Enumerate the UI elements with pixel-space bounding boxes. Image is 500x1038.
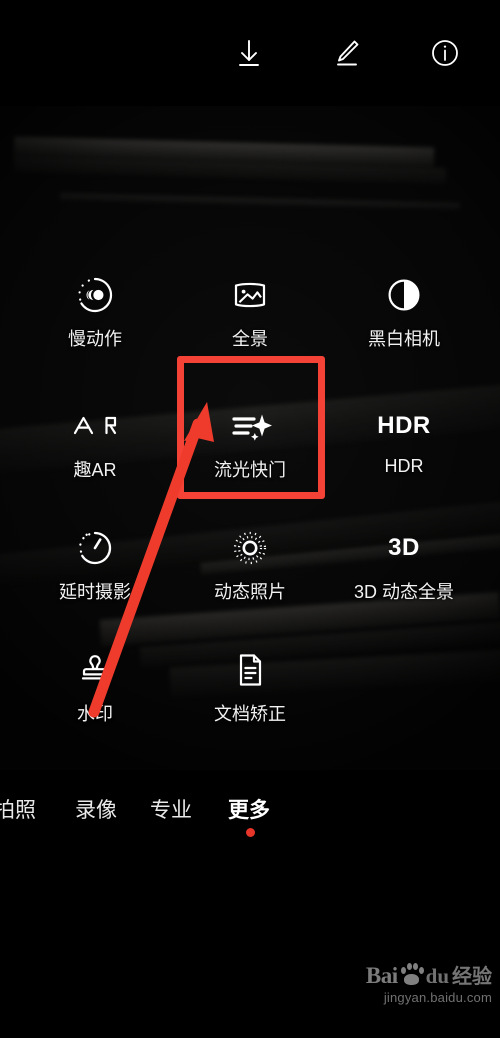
mode-label: 全景 [232, 329, 268, 349]
stopwatch-icon [73, 522, 117, 574]
hdr-glyph-text: HDR [377, 412, 431, 439]
camera-more-modes-screen: 慢动作 全景 黑白相机 趣AR 流光快门 HDR HDR 延时摄影 动态照片 3… [0, 0, 500, 1038]
mode-label: 延时摄影 [59, 582, 131, 602]
mode-item-slow-motion[interactable]: 慢动作 [21, 269, 169, 373]
more-modes-grid: 慢动作 全景 黑白相机 趣AR 流光快门 HDR HDR 延时摄影 动态照片 3… [0, 106, 500, 770]
mode-item-live-photo[interactable]: 动态照片 [176, 522, 324, 626]
camera-mode-tabbar: 拍照 录像 专业 更多 [0, 770, 500, 862]
info-icon[interactable] [422, 30, 468, 76]
download-icon[interactable] [226, 30, 272, 76]
mode-label: 文档矫正 [214, 704, 286, 724]
mode-item-watermark[interactable]: 水印 [21, 644, 169, 748]
mode-item-time-lapse[interactable]: 延时摄影 [21, 522, 169, 626]
mode-label: 慢动作 [68, 329, 122, 349]
watermark-url: jingyan.baidu.com [383, 990, 492, 1005]
bottom-black-area [0, 862, 500, 1038]
baidu-logo: Bai du 经验 [366, 963, 492, 987]
mode-label: HDR [384, 456, 424, 476]
mode-label: 水印 [77, 704, 113, 724]
document-icon [228, 644, 272, 696]
ar-icon [69, 400, 121, 452]
tab-pro[interactable]: 专业 [150, 794, 192, 824]
active-tab-dot [246, 828, 255, 837]
mode-label: 3D 动态全景 [353, 582, 454, 602]
edit-pencil-icon[interactable] [324, 30, 370, 76]
hdr-text-icon: HDR [377, 400, 431, 452]
watermark-suffix-text: 经验 [452, 966, 492, 988]
tab-more[interactable]: 更多 [228, 794, 270, 824]
three-d-text-icon: 3D [388, 522, 420, 574]
mode-item-hdr[interactable]: HDR HDR [330, 400, 478, 504]
mode-item-panorama-3d[interactable]: 3D 3D 动态全景 [330, 522, 478, 626]
mode-item-mono-camera[interactable]: 黑白相机 [330, 269, 478, 373]
mode-label: 黑白相机 [368, 329, 440, 349]
baidu-jingyan-watermark: Bai du 经验 jingyan.baidu.com [366, 963, 492, 1005]
camera-viewfinder: 慢动作 全景 黑白相机 趣AR 流光快门 HDR HDR 延时摄影 动态照片 3… [0, 106, 500, 770]
mode-item-doc-correct[interactable]: 文档矫正 [176, 644, 324, 748]
top-toolbar [0, 0, 500, 106]
light-painting-icon [226, 400, 274, 452]
panorama-icon [228, 269, 272, 321]
tab-video[interactable]: 录像 [75, 794, 117, 824]
mode-label: 动态照片 [214, 582, 286, 602]
contrast-icon [382, 269, 426, 321]
watermark-du-text: du [425, 964, 449, 988]
mode-item-light-painting[interactable]: 流光快门 [176, 400, 324, 504]
mode-item-panorama[interactable]: 全景 [176, 269, 324, 373]
mode-label: 流光快门 [214, 460, 286, 480]
tab-photo[interactable]: 拍照 [0, 794, 36, 824]
three-d-glyph-text: 3D [388, 534, 420, 561]
mode-item-ar-lens[interactable]: 趣AR [21, 400, 169, 504]
slow-motion-icon [73, 269, 117, 321]
mode-label: 趣AR [73, 460, 117, 480]
live-photo-icon [228, 522, 272, 574]
watermark-bai-text: Bai [365, 963, 398, 988]
stamp-icon [73, 644, 117, 696]
paw-icon [399, 963, 425, 987]
